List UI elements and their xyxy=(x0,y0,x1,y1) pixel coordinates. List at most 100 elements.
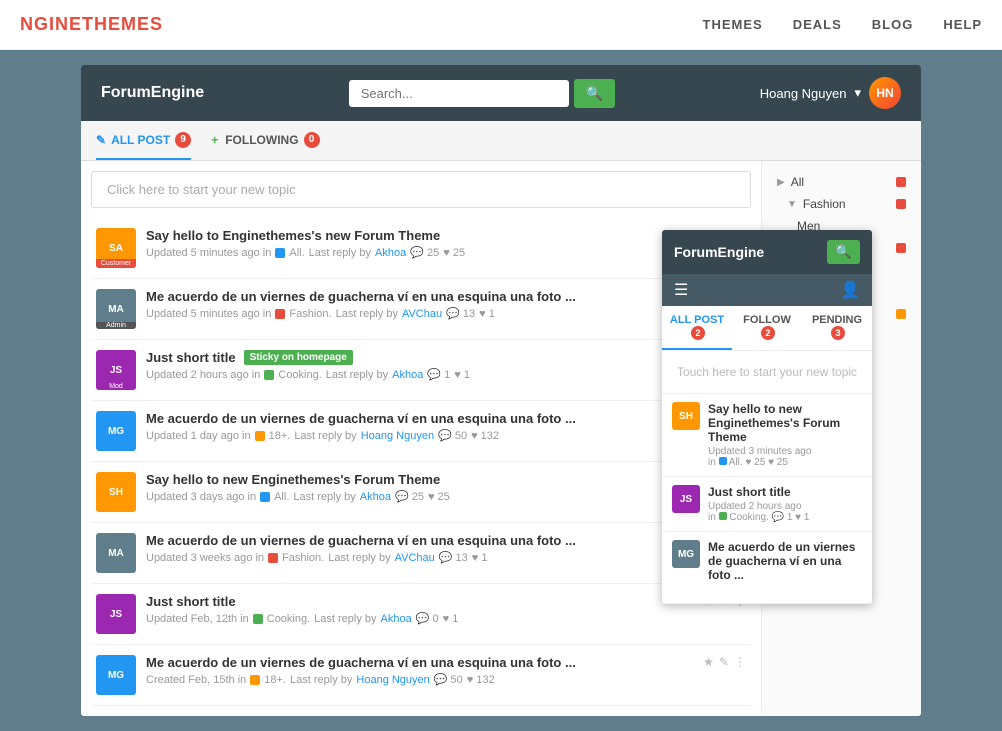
sticky-badge: Sticky on homepage xyxy=(244,350,353,365)
mobile-panel-title: ForumEngine xyxy=(674,244,764,260)
forum-search-input[interactable] xyxy=(349,80,569,107)
mobile-tab-all-post[interactable]: ALL POST2 xyxy=(662,306,732,350)
post-title[interactable]: Me acuerdo de un viernes de guacherna ví… xyxy=(146,289,693,304)
top-navigation: NGINETHEMES THEMES DEALS BLOG HELP xyxy=(0,0,1002,50)
post-body: Me acuerdo de un viernes de guacherna ví… xyxy=(146,533,693,564)
tab-all-post[interactable]: ✎ ALL POST 9 xyxy=(96,122,191,160)
post-meta: Updated Feb, 12th in Cooking. Last reply… xyxy=(146,612,693,625)
post-item: MG Me acuerdo de un viernes de guacherna… xyxy=(91,645,751,706)
mobile-post-meta xyxy=(708,584,862,595)
post-title[interactable]: Me acuerdo de un viernes de guacherna ví… xyxy=(146,655,693,670)
mobile-post-title[interactable]: Say hello to new Enginethemes's Forum Th… xyxy=(708,402,862,444)
sidebar-item-all[interactable]: ▶ All xyxy=(762,171,921,193)
posts-area: Click here to start your new topic SA Cu… xyxy=(81,161,761,716)
post-item: JS Just short title Updated Feb, 12th in… xyxy=(91,584,751,645)
post-title[interactable]: Say hello to Enginethemes's new Forum Th… xyxy=(146,228,693,243)
mobile-post-meta: Updated 2 hours ago in Cooking. 💬 1 ♥ 1 xyxy=(708,501,862,523)
sidebar-label: All xyxy=(791,175,804,189)
tab-following[interactable]: + FOLLOWING 0 xyxy=(211,122,319,160)
mobile-panel: ForumEngine 🔍 ☰ 👤 ALL POST2 FOLLOW2 PEND… xyxy=(662,230,872,604)
nav-help[interactable]: HELP xyxy=(943,17,982,32)
mobile-post-content: Just short title Updated 2 hours ago in … xyxy=(708,485,862,523)
post-meta: Created Feb, 15th in 18+. Last reply byH… xyxy=(146,673,693,686)
avatar: JS xyxy=(96,594,136,634)
forum-search-wrap: 🔍 xyxy=(349,79,615,108)
post-meta: Updated 1 day ago in 18+. Last reply byH… xyxy=(146,429,693,442)
mobile-tabs: ALL POST2 FOLLOW2 PENDING3 xyxy=(662,306,872,351)
user-icon[interactable]: 👤 xyxy=(840,280,860,300)
forum-search-button[interactable]: 🔍 xyxy=(574,79,615,108)
post-item: SH Say hello to new Enginethemes's Forum… xyxy=(91,462,751,523)
post-meta: Updated 2 hours ago in Cooking. Last rep… xyxy=(146,368,677,381)
mobile-post-item: SH Say hello to new Enginethemes's Forum… xyxy=(662,394,872,477)
menu-icon[interactable]: ⋮ xyxy=(734,655,746,669)
sidebar-label: Fashion xyxy=(803,197,846,211)
user-badge: Mod xyxy=(96,383,136,390)
forum-user[interactable]: Hoang Nguyen ▾ HN xyxy=(760,77,901,109)
post-body: Me acuerdo de un viernes de guacherna ví… xyxy=(146,655,693,686)
edit-icon[interactable]: ✎ xyxy=(719,655,729,669)
mobile-tab-pending[interactable]: PENDING3 xyxy=(802,306,872,350)
top-nav-links: THEMES DEALS BLOG HELP xyxy=(703,17,982,32)
avatar: MA xyxy=(96,533,136,573)
forum-user-avatar: HN xyxy=(869,77,901,109)
avatar: JS xyxy=(672,485,700,513)
post-item: MG Me acuerdo de un viernes de guacherna… xyxy=(91,401,751,462)
post-meta: Updated 3 weeks ago in Fashion. Last rep… xyxy=(146,551,693,564)
post-title[interactable]: Say hello to new Enginethemes's Forum Th… xyxy=(146,472,693,487)
mobile-post-title[interactable]: Me acuerdo de un viernes de guacherna ví… xyxy=(708,540,862,582)
mobile-panel-header: ForumEngine 🔍 xyxy=(662,230,872,274)
forum-user-name: Hoang Nguyen xyxy=(760,86,847,101)
mobile-panel-search-button[interactable]: 🔍 xyxy=(827,240,860,264)
nav-themes[interactable]: THEMES xyxy=(703,17,763,32)
mobile-post-content: Say hello to new Enginethemes's Forum Th… xyxy=(708,402,862,468)
tab-following-badge: 0 xyxy=(304,132,320,148)
mobile-badge-pending: 3 xyxy=(831,326,845,340)
post-meta: Updated 3 days ago in All. Last reply by… xyxy=(146,490,693,503)
forum-background: ForumEngine 🔍 Hoang Nguyen ▾ HN ✎ ALL PO… xyxy=(0,50,1002,731)
mobile-badge-follow: 2 xyxy=(761,326,775,340)
post-item: JS Mod Just short title Sticky on homepa… xyxy=(91,340,751,401)
post-item: MA Admin Me acuerdo de un viernes de gua… xyxy=(91,279,751,340)
avatar: MG xyxy=(96,411,136,451)
mobile-post-item: MG Me acuerdo de un viernes de guacherna… xyxy=(662,532,872,604)
post-title[interactable]: Just short title xyxy=(146,594,693,609)
avatar: MG xyxy=(96,655,136,695)
star-icon[interactable]: ★ xyxy=(703,655,714,669)
post-title[interactable]: Me acuerdo de un viernes de guacherna ví… xyxy=(146,533,693,548)
user-badge: Customer xyxy=(96,259,136,268)
avatar: MG xyxy=(672,540,700,568)
mobile-panel-nav: ☰ 👤 xyxy=(662,274,872,306)
forum-brand: ForumEngine xyxy=(101,84,204,102)
sidebar-item-fashion[interactable]: ▼ Fashion xyxy=(762,193,921,215)
site-logo: NGINETHEMES xyxy=(20,14,163,35)
mobile-post-title[interactable]: Just short title xyxy=(708,485,862,499)
post-meta: Updated 5 minutes ago in Fashion. Last r… xyxy=(146,307,693,320)
user-badge: Admin xyxy=(96,322,136,329)
post-item: SA Customer Say hello to Enginethemes's … xyxy=(91,218,751,279)
mobile-tab-follow[interactable]: FOLLOW2 xyxy=(732,306,802,350)
tab-all-post-badge: 9 xyxy=(175,132,191,148)
hamburger-icon[interactable]: ☰ xyxy=(674,280,688,300)
post-item: MA Me acuerdo de un viernes de guacherna… xyxy=(91,523,751,584)
post-title[interactable]: Me acuerdo de un viernes de guacherna ví… xyxy=(146,411,693,426)
post-title[interactable]: Just short title Sticky on homepage xyxy=(146,350,677,365)
mobile-post-meta: Updated 3 minutes ago in All. ♥ 25 ♥ 25 xyxy=(708,446,862,468)
nav-deals[interactable]: DEALS xyxy=(793,17,842,32)
mobile-badge-allpost: 2 xyxy=(691,326,705,340)
avatar: SH xyxy=(96,472,136,512)
mobile-post-item: JS Just short title Updated 2 hours ago … xyxy=(662,477,872,532)
post-body: Me acuerdo de un viernes de guacherna ví… xyxy=(146,289,693,320)
mobile-new-topic[interactable]: Touch here to start your new topic xyxy=(662,351,872,394)
post-body: Me acuerdo de un viernes de guacherna ví… xyxy=(146,411,693,442)
nav-blog[interactable]: BLOG xyxy=(872,17,914,32)
new-topic-bar[interactable]: Click here to start your new topic xyxy=(91,171,751,208)
post-body: Say hello to Enginethemes's new Forum Th… xyxy=(146,228,693,259)
tabs-bar: ✎ ALL POST 9 + FOLLOWING 0 xyxy=(81,121,921,161)
avatar: SH xyxy=(672,402,700,430)
forum-header: ForumEngine 🔍 Hoang Nguyen ▾ HN xyxy=(81,65,921,121)
post-body: Just short title Sticky on homepage Upda… xyxy=(146,350,677,381)
post-meta: Updated 5 minutes ago in All. Last reply… xyxy=(146,246,693,259)
post-body: Say hello to new Enginethemes's Forum Th… xyxy=(146,472,693,503)
post-body: Just short title Updated Feb, 12th in Co… xyxy=(146,594,693,625)
